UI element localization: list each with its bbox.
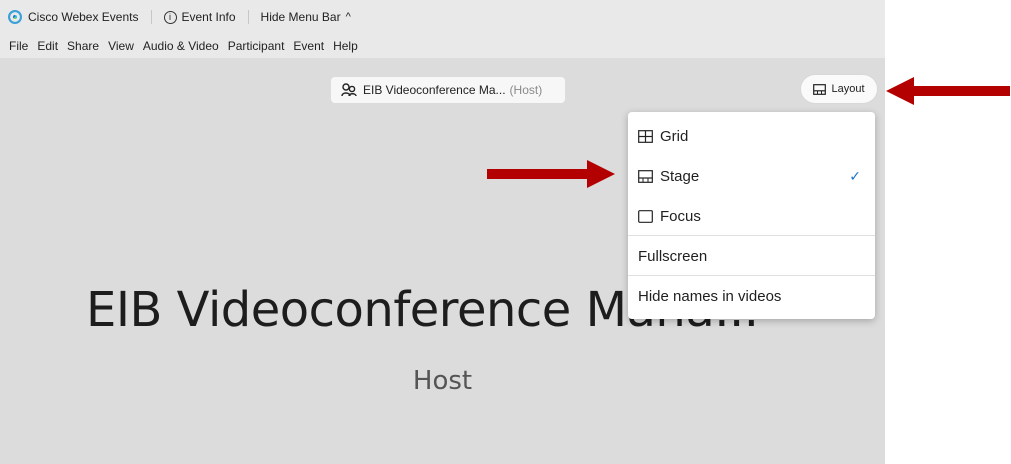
menu-audio-video[interactable]: Audio & Video bbox=[143, 39, 219, 53]
menu-event[interactable]: Event bbox=[293, 39, 324, 53]
fullscreen-option[interactable]: Fullscreen bbox=[628, 236, 875, 276]
menu-file[interactable]: File bbox=[9, 39, 28, 53]
layout-button[interactable]: Layout bbox=[801, 75, 877, 103]
title-separator bbox=[150, 10, 152, 24]
stage-layout-icon bbox=[813, 83, 827, 95]
people-icon bbox=[341, 83, 357, 97]
layout-option-grid-label: Grid bbox=[660, 127, 689, 145]
info-icon: i bbox=[163, 10, 177, 24]
layout-menu: Grid Stage ✓ Focus Fullscreen Hide names… bbox=[628, 112, 875, 319]
webex-logo-icon bbox=[8, 10, 22, 24]
layout-option-focus[interactable]: Focus bbox=[628, 196, 875, 236]
layout-option-grid[interactable]: Grid bbox=[628, 116, 875, 156]
menu-help[interactable]: Help bbox=[333, 39, 358, 53]
app-name: Cisco Webex Events bbox=[28, 10, 139, 24]
annotation-arrow-left-icon bbox=[886, 77, 1010, 105]
annotation-arrow-right-icon bbox=[487, 160, 615, 188]
hide-menu-bar-label: Hide Menu Bar bbox=[260, 10, 341, 24]
menu-share[interactable]: Share bbox=[67, 39, 99, 53]
checkmark-icon: ✓ bbox=[849, 167, 861, 184]
menu-bar: File Edit Share View Audio & Video Parti… bbox=[0, 34, 885, 58]
grid-icon bbox=[638, 129, 653, 143]
title-separator bbox=[247, 10, 249, 24]
layout-option-focus-label: Focus bbox=[660, 207, 701, 225]
menu-view[interactable]: View bbox=[108, 39, 134, 53]
hide-names-option[interactable]: Hide names in videos bbox=[628, 276, 875, 316]
menu-participant[interactable]: Participant bbox=[228, 39, 285, 53]
layout-option-stage[interactable]: Stage ✓ bbox=[628, 156, 875, 196]
fullscreen-option-label: Fullscreen bbox=[638, 247, 708, 265]
host-name-chip: EIB Videoconference Ma... (Host) bbox=[331, 77, 565, 103]
focus-icon bbox=[638, 209, 653, 223]
event-info-label: Event Info bbox=[181, 10, 236, 24]
hide-names-option-label: Hide names in videos bbox=[638, 287, 782, 305]
layout-option-stage-label: Stage bbox=[660, 167, 700, 185]
host-chip-name: EIB Videoconference Ma... bbox=[363, 83, 506, 97]
event-info-button[interactable]: i Event Info bbox=[163, 10, 236, 24]
title-bar: Cisco Webex Events i Event Info Hide Men… bbox=[0, 0, 885, 34]
host-chip-role: (Host) bbox=[509, 83, 543, 97]
menu-edit[interactable]: Edit bbox=[37, 39, 58, 53]
participant-role: Host bbox=[412, 366, 473, 396]
chevron-up-icon: ^ bbox=[345, 11, 351, 23]
layout-button-label: Layout bbox=[831, 83, 865, 95]
stage-layout-icon bbox=[638, 169, 653, 183]
hide-menu-bar-button[interactable]: Hide Menu Bar ^ bbox=[261, 10, 351, 24]
